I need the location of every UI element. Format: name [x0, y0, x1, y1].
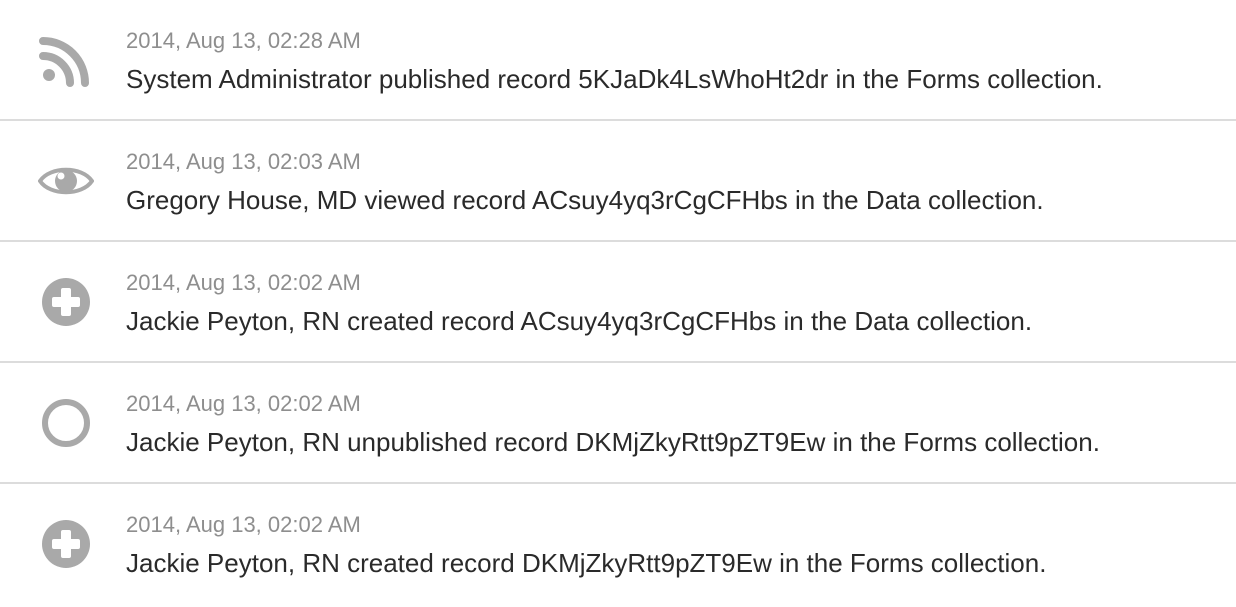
- activity-feed: 2014, Aug 13, 02:28 AM System Administra…: [0, 0, 1236, 607]
- activity-timestamp: 2014, Aug 13, 02:02 AM: [126, 270, 361, 295]
- activity-message: Jackie Peyton, RN created record DKMjZky…: [126, 548, 1047, 578]
- activity-message: System Administrator published record 5K…: [126, 64, 1103, 94]
- activity-timestamp: 2014, Aug 13, 02:02 AM: [126, 512, 361, 537]
- activity-message: Jackie Peyton, RN created record ACsuy4y…: [126, 306, 1033, 336]
- eye-icon: [38, 153, 94, 209]
- activity-timestamp: 2014, Aug 13, 02:28 AM: [126, 28, 361, 53]
- activity-message: Gregory House, MD viewed record ACsuy4yq…: [126, 185, 1044, 215]
- activity-message: Jackie Peyton, RN unpublished record DKM…: [126, 427, 1100, 457]
- activity-timestamp: 2014, Aug 13, 02:03 AM: [126, 149, 361, 174]
- activity-item: 2014, Aug 13, 02:02 AM Jackie Peyton, RN…: [0, 484, 1236, 603]
- plus-circle-icon: [38, 516, 94, 572]
- activity-item: 2014, Aug 13, 02:02 AM Jackie Peyton, RN…: [0, 363, 1236, 484]
- activity-timestamp: 2014, Aug 13, 02:02 AM: [126, 391, 361, 416]
- empty-circle-icon: [38, 395, 94, 451]
- activity-item: 2014, Aug 13, 02:28 AM System Administra…: [0, 0, 1236, 121]
- plus-circle-icon: [38, 274, 94, 330]
- activity-item: 2014, Aug 13, 02:03 AM Gregory House, MD…: [0, 121, 1236, 242]
- rss-feed-icon: [38, 32, 94, 88]
- activity-item: 2014, Aug 13, 02:02 AM Jackie Peyton, RN…: [0, 242, 1236, 363]
